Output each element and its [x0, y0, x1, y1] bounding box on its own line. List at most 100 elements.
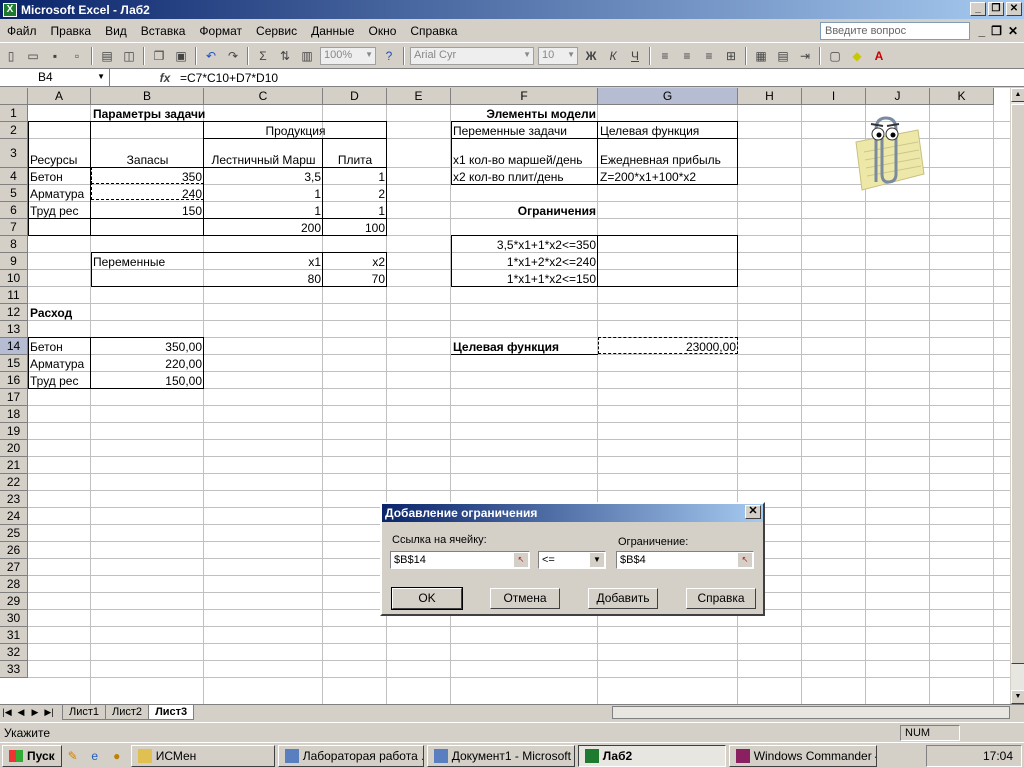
autosum-icon[interactable]: Σ	[253, 46, 273, 66]
row-header-2[interactable]: 2	[0, 122, 28, 139]
add-constraint-dialog[interactable]: Добавление ограничения ✕ Ссылка на ячейк…	[380, 502, 765, 616]
menu-window[interactable]: Окно	[361, 24, 403, 38]
row-header-11[interactable]: 11	[0, 287, 28, 304]
workbook-minimize-button[interactable]: _	[978, 24, 985, 38]
cell-B3[interactable]: Запасы	[91, 139, 204, 167]
operator-select[interactable]: <= ▼	[538, 551, 606, 569]
menu-tools[interactable]: Сервис	[249, 24, 304, 38]
cell-A12[interactable]: Расход	[28, 304, 91, 320]
horizontal-scrollbar[interactable]	[612, 706, 1010, 719]
last-sheet-icon[interactable]: ▶|	[42, 707, 56, 718]
sheet-tab-1[interactable]: Лист1	[62, 705, 107, 720]
cell-D7[interactable]: 100	[323, 219, 387, 235]
new-icon[interactable]: ▯	[1, 46, 21, 66]
row-header-32[interactable]: 32	[0, 644, 28, 661]
row-header-15[interactable]: 15	[0, 355, 28, 372]
row-header-20[interactable]: 20	[0, 440, 28, 457]
cell-D5[interactable]: 2	[323, 185, 387, 201]
row-header-21[interactable]: 21	[0, 457, 28, 474]
align-center-icon[interactable]: ≡	[677, 46, 697, 66]
cell-B15[interactable]: 220,00	[91, 355, 204, 371]
menu-edit[interactable]: Правка	[44, 24, 99, 38]
cancel-button[interactable]: Отмена	[490, 588, 560, 609]
column-header-G[interactable]: G	[598, 88, 738, 105]
vertical-scrollbar[interactable]: ▲ ▼	[1010, 88, 1024, 704]
close-button[interactable]: ✕	[1006, 2, 1022, 16]
cell-B9[interactable]: Переменные	[91, 253, 204, 269]
column-header-E[interactable]: E	[387, 88, 451, 105]
minimize-button[interactable]: _	[970, 2, 986, 16]
menu-data[interactable]: Данные	[304, 24, 361, 38]
collapse-dialog-icon[interactable]: ↖	[738, 553, 752, 567]
cell-A6[interactable]: Труд рес	[28, 202, 91, 218]
cell-B14[interactable]: 350,00	[91, 338, 204, 354]
sheet-tab-3[interactable]: Лист3	[148, 705, 195, 720]
column-header-F[interactable]: F	[451, 88, 598, 105]
row-header-19[interactable]: 19	[0, 423, 28, 440]
office-assistant-clippy-icon[interactable]	[838, 112, 928, 194]
cell-C4[interactable]: 3,5	[204, 168, 323, 184]
sheet-tab-2[interactable]: Лист2	[105, 705, 150, 720]
dialog-title-bar[interactable]: Добавление ограничения ✕	[382, 504, 763, 522]
task-windows-commander[interactable]: Windows Commander 4...	[728, 744, 877, 767]
cell-F3[interactable]: x1 кол-во маршей/день	[451, 139, 598, 167]
cell-F9[interactable]: 1*x1+2*x2<=240	[451, 253, 598, 269]
cell-G14[interactable]: 23000,00	[598, 338, 738, 354]
scroll-down-button[interactable]: ▼	[1011, 690, 1024, 704]
cell-A14[interactable]: Бетон	[28, 338, 91, 354]
row-header-4[interactable]: 4	[0, 168, 28, 185]
row-header-17[interactable]: 17	[0, 389, 28, 406]
select-all-corner[interactable]	[0, 88, 28, 105]
column-header-B[interactable]: B	[91, 88, 204, 105]
chevron-down-icon[interactable]: ▼	[590, 553, 604, 567]
cell-A15[interactable]: Арматура	[28, 355, 91, 371]
redo-icon[interactable]: ↷	[223, 46, 243, 66]
cell-F8[interactable]: 3,5*x1+1*x2<=350	[451, 236, 598, 252]
cell-G2[interactable]: Целевая функция	[598, 122, 738, 138]
collapse-dialog-icon[interactable]: ↖	[514, 553, 528, 567]
constraint-input[interactable]: $B$4 ↖	[616, 551, 754, 569]
insert-function-icon[interactable]: fx	[150, 71, 180, 85]
cell-F2[interactable]: Переменные задачи	[451, 122, 598, 138]
copy-icon[interactable]: ❐	[149, 46, 169, 66]
cell-D10[interactable]: 70	[323, 270, 387, 286]
row-header-30[interactable]: 30	[0, 610, 28, 627]
preview-icon[interactable]: ◫	[119, 46, 139, 66]
column-header-H[interactable]: H	[738, 88, 802, 105]
restore-button[interactable]: ❐	[988, 2, 1004, 16]
row-header-5[interactable]: 5	[0, 185, 28, 202]
task-lab2[interactable]: Лаб2	[577, 744, 726, 767]
column-header-A[interactable]: A	[28, 88, 91, 105]
fill-color-icon[interactable]: ◆	[847, 46, 867, 66]
row-header-7[interactable]: 7	[0, 219, 28, 236]
cell-G3[interactable]: Ежедневная прибыль	[598, 139, 802, 167]
font-size-select[interactable]: 10	[538, 46, 578, 65]
cell-F14[interactable]: Целевая функция	[451, 338, 598, 354]
cell-B4[interactable]: 350	[91, 168, 204, 184]
zoom-select[interactable]: 100%	[320, 46, 376, 65]
cell-A3[interactable]: Ресурсы	[28, 139, 91, 167]
menu-help[interactable]: Справка	[403, 24, 464, 38]
column-header-K[interactable]: K	[930, 88, 994, 105]
column-header-D[interactable]: D	[323, 88, 387, 105]
help-question-input[interactable]: Введите вопрос	[820, 22, 970, 40]
row-header-12[interactable]: 12	[0, 304, 28, 321]
indent-icon[interactable]: ⇥	[795, 46, 815, 66]
ok-button[interactable]: OK	[391, 587, 463, 610]
row-header-3[interactable]: 3	[0, 139, 28, 168]
cell-C2[interactable]: Продукция	[204, 122, 387, 138]
row-header-14[interactable]: 14	[0, 338, 28, 355]
menu-file[interactable]: Файл	[0, 24, 44, 38]
row-header-26[interactable]: 26	[0, 542, 28, 559]
cell-ref-input[interactable]: $B$14 ↖	[390, 551, 530, 569]
cell-A4[interactable]: Бетон	[28, 168, 91, 184]
quicklaunch-icon[interactable]: ✎	[63, 746, 83, 766]
dialog-close-icon[interactable]: ✕	[745, 505, 761, 519]
row-header-8[interactable]: 8	[0, 236, 28, 253]
cell-F10[interactable]: 1*x1+1*x2<=150	[451, 270, 598, 286]
task-ismen[interactable]: ИСМен	[130, 744, 275, 767]
cell-D3[interactable]: Плита	[323, 139, 387, 167]
font-color-icon[interactable]: A	[869, 46, 889, 66]
cell-C5[interactable]: 1	[204, 185, 323, 201]
first-sheet-icon[interactable]: |◀	[0, 707, 14, 718]
